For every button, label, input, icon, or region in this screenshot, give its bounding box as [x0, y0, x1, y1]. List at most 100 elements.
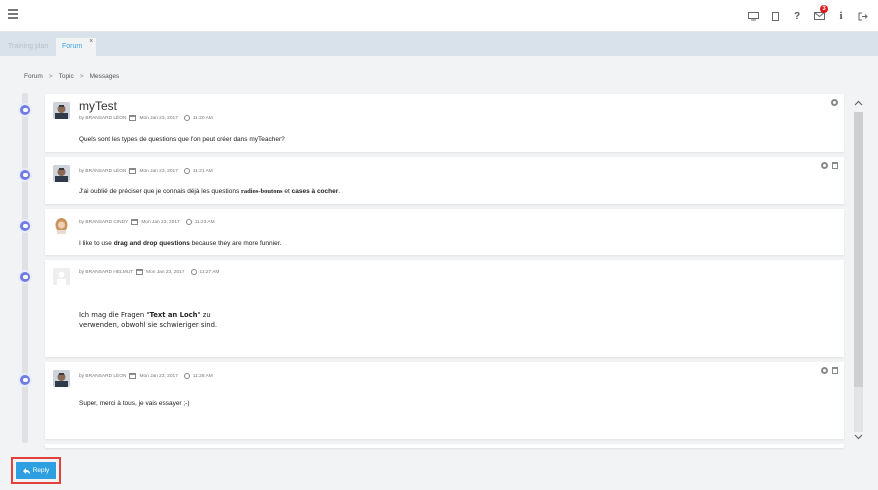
- trash-icon[interactable]: [832, 162, 838, 169]
- message-text: I like to use: [79, 240, 114, 247]
- mail-icon[interactable]: 3: [810, 5, 828, 25]
- message-text: Ich mag die Fragen ": [79, 311, 150, 319]
- calendar-icon: [129, 115, 137, 121]
- clock-icon: [190, 269, 197, 275]
- calendar-icon: [129, 168, 137, 174]
- post-date: Mon Jan 23, 2017: [139, 168, 178, 174]
- breadcrumb-topic[interactable]: Topic: [59, 73, 74, 80]
- avatar: [53, 217, 70, 234]
- message-emphasis: Text an Loch: [149, 311, 198, 319]
- timeline-chat-icon: [18, 373, 32, 387]
- message-text: et: [282, 188, 292, 195]
- post-author: by BRANSARD HELMUT: [79, 269, 134, 275]
- timeline-chat-icon: [18, 103, 32, 117]
- info-icon[interactable]: i: [832, 7, 850, 25]
- tab-forum-label: Forum: [62, 43, 83, 50]
- logout-icon[interactable]: [854, 7, 872, 25]
- calendar-icon: [129, 373, 137, 379]
- timeline-chat-icon: [18, 270, 32, 284]
- post-time: 11:20 AM: [192, 115, 213, 121]
- post-card: by BRANSARD LÉON Mon Jan 23, 2017 11:21 …: [45, 157, 844, 204]
- post-date: Mon Jan 23, 2017: [146, 269, 185, 275]
- post-message: Ich mag die Fragen "Text an Loch" zu verw…: [79, 310, 217, 330]
- scrollbar[interactable]: [854, 112, 863, 432]
- post-author: by BRANSARD LÉON: [79, 373, 127, 379]
- reply-label: Reply: [32, 467, 50, 474]
- post-message: J'ai oublié de préciser que je connais d…: [79, 188, 340, 195]
- reply-button[interactable]: Reply: [16, 462, 56, 479]
- clock-icon: [183, 373, 190, 379]
- post-actions: [821, 162, 838, 169]
- gear-icon[interactable]: [831, 99, 838, 106]
- post-actions: [831, 99, 838, 106]
- close-icon[interactable]: ×: [89, 33, 93, 51]
- tablet-icon[interactable]: [766, 7, 784, 25]
- message-text: J'ai oublié de préciser que je connais d…: [79, 188, 242, 195]
- post-meta: by BRANSARD LÉON Mon Jan 23, 2017 11:21 …: [79, 168, 213, 174]
- clock-icon: [183, 115, 190, 121]
- clock-icon: [185, 219, 192, 225]
- avatar: [53, 370, 70, 387]
- breadcrumb-separator: >: [48, 73, 53, 80]
- post-meta: by BRANSARD HELMUT Mon Jan 23, 2017 11:2…: [79, 269, 219, 275]
- post-message: I like to use drag and drop questions be…: [79, 240, 281, 247]
- post-time: 11:23 AM: [194, 219, 215, 225]
- message-text: Quels sont les types de questions que l'…: [79, 136, 285, 143]
- post-card-partial: [45, 444, 844, 448]
- post-author: by BRANSARD CINDY: [79, 219, 129, 225]
- post-card: myTest by BRANSARD LÉON Mon Jan 23, 2017…: [45, 94, 844, 152]
- menu-icon[interactable]: [8, 9, 18, 19]
- reply-icon: [22, 467, 30, 474]
- message-text: Super, merci à tous, je vais essayer ;-): [79, 400, 190, 407]
- avatar: [53, 268, 70, 285]
- calendar-icon: [136, 269, 144, 275]
- post-time: 11:28 AM: [192, 373, 213, 379]
- top-icons: ? 3 i: [740, 5, 872, 25]
- desktop-icon[interactable]: [744, 7, 762, 25]
- tab-training-plan[interactable]: Training plan: [2, 38, 54, 56]
- post-message: Super, merci à tous, je vais essayer ;-): [79, 400, 190, 407]
- reply-highlight: Reply: [11, 457, 61, 484]
- post-meta: by BRANSARD CINDY Mon Jan 23, 2017 11:23…: [79, 219, 215, 225]
- breadcrumb-separator: >: [79, 73, 84, 80]
- scroll-up-icon[interactable]: [854, 98, 863, 108]
- message-text: " zu: [197, 311, 211, 319]
- message-text: verwenden, obwohl sie schwieriger sind.: [79, 321, 218, 329]
- post-date: Mon Jan 23, 2017: [141, 219, 180, 225]
- post-meta: by BRANSARD LÉON Mon Jan 23, 2017 11:28 …: [79, 373, 213, 379]
- post-card: by BRANSARD CINDY Mon Jan 23, 2017 11:23…: [45, 209, 844, 255]
- help-icon[interactable]: ?: [788, 7, 806, 25]
- timeline-chat-icon: [18, 168, 32, 182]
- post-actions: [821, 367, 838, 374]
- thread-title: myTest: [79, 99, 118, 113]
- avatar: [53, 102, 70, 119]
- timeline-chat-icon: [18, 219, 32, 233]
- top-bar: ? 3 i: [0, 0, 878, 32]
- message-emphasis: radios-boutons: [241, 188, 283, 195]
- clock-icon: [183, 168, 190, 174]
- post-date: Mon Jan 23, 2017: [139, 373, 178, 379]
- message-text: .: [338, 188, 341, 195]
- scroll-thumb[interactable]: [854, 112, 863, 387]
- message-emphasis: cases à cocher: [291, 188, 339, 195]
- notification-badge: 3: [820, 5, 828, 13]
- message-emphasis: drag and drop questions: [113, 240, 190, 247]
- message-text: because they are more funnier.: [189, 240, 282, 247]
- post-date: Mon Jan 23, 2017: [139, 115, 178, 121]
- post-message: Quels sont les types de questions que l'…: [79, 136, 285, 143]
- breadcrumb-messages: Messages: [89, 73, 120, 80]
- tab-bar: Training plan Forum ×: [0, 32, 878, 56]
- post-time: 11:21 AM: [192, 168, 213, 174]
- post-author: by BRANSARD LÉON: [79, 115, 127, 121]
- gear-icon[interactable]: [821, 367, 828, 374]
- post-card: by BRANSARD HELMUT Mon Jan 23, 2017 11:2…: [45, 260, 844, 357]
- post-card: by BRANSARD LÉON Mon Jan 23, 2017 11:28 …: [45, 362, 844, 439]
- tab-forum[interactable]: Forum ×: [56, 38, 97, 56]
- calendar-icon: [131, 219, 139, 225]
- gear-icon[interactable]: [821, 162, 828, 169]
- scroll-down-icon[interactable]: [854, 432, 863, 442]
- breadcrumb-forum[interactable]: Forum: [24, 73, 43, 80]
- avatar: [53, 165, 70, 182]
- post-meta: by BRANSARD LÉON Mon Jan 23, 2017 11:20 …: [79, 115, 213, 121]
- trash-icon[interactable]: [832, 367, 838, 374]
